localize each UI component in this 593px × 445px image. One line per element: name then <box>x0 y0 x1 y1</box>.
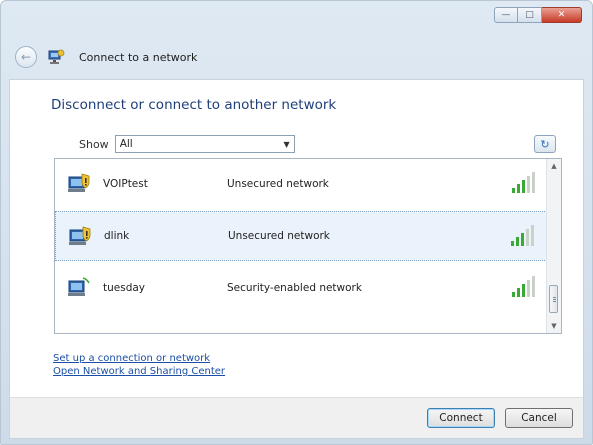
signal-strength-icon <box>512 172 535 193</box>
grip-line <box>553 301 556 302</box>
connect-button[interactable]: Connect <box>427 408 495 428</box>
refresh-button[interactable]: ↻ <box>534 135 556 153</box>
close-button[interactable]: ✕ <box>542 7 582 23</box>
wireless-network-icon <box>68 173 90 192</box>
scroll-down-icon[interactable]: ▼ <box>547 319 561 333</box>
dialog-window: — □ ✕ ← Connect to a network Disconnect … <box>0 0 593 445</box>
network-ssid: tuesday <box>103 282 146 294</box>
links-section: Set up a connection or network Open Netw… <box>53 352 225 378</box>
network-icon <box>48 49 65 64</box>
show-label: Show <box>79 137 109 151</box>
page-title: Disconnect or connect to another network <box>51 97 337 113</box>
button-bar: Connect Cancel <box>10 397 583 438</box>
network-security: Unsecured network <box>228 230 330 242</box>
network-security: Security-enabled network <box>227 282 362 294</box>
show-select[interactable]: All ▼ <box>114 135 295 153</box>
signal-strength-icon <box>511 225 534 246</box>
refresh-icon: ↻ <box>540 137 550 151</box>
chevron-down-icon: ▼ <box>283 139 290 149</box>
network-sharing-center-link[interactable]: Open Network and Sharing Center <box>53 365 225 378</box>
window-controls: — □ ✕ <box>494 7 582 23</box>
scroll-up-icon[interactable]: ▲ <box>547 159 561 173</box>
nav-bar: ← Connect to a network <box>15 43 197 71</box>
signal-strength-icon <box>512 276 535 297</box>
network-list: VOIPtest Unsecured network dlink Unsecur… <box>54 158 562 334</box>
wireless-network-icon <box>68 277 90 296</box>
network-security: Unsecured network <box>227 178 329 190</box>
back-button[interactable]: ← <box>15 46 37 68</box>
grip-line <box>553 299 556 300</box>
maximize-button[interactable]: □ <box>518 7 542 23</box>
show-filter: Show All ▼ <box>79 135 295 153</box>
nav-title: Connect to a network <box>79 50 198 64</box>
minimize-button[interactable]: — <box>494 7 518 23</box>
network-row-selected[interactable]: dlink Unsecured network <box>55 211 547 261</box>
setup-connection-link[interactable]: Set up a connection or network <box>53 352 225 365</box>
network-ssid: dlink <box>104 230 130 242</box>
scroll-thumb[interactable] <box>549 285 558 313</box>
grip-line <box>553 297 556 298</box>
show-select-value: All <box>119 138 133 150</box>
cancel-button[interactable]: Cancel <box>505 408 573 428</box>
network-row[interactable]: tuesday Security-enabled network <box>55 263 547 313</box>
network-row[interactable]: VOIPtest Unsecured network <box>55 159 547 209</box>
list-scrollbar[interactable]: ▲ ▼ <box>546 159 561 333</box>
wireless-network-icon <box>69 226 91 245</box>
content-panel: Disconnect or connect to another network… <box>9 79 584 439</box>
network-ssid: VOIPtest <box>103 178 148 190</box>
